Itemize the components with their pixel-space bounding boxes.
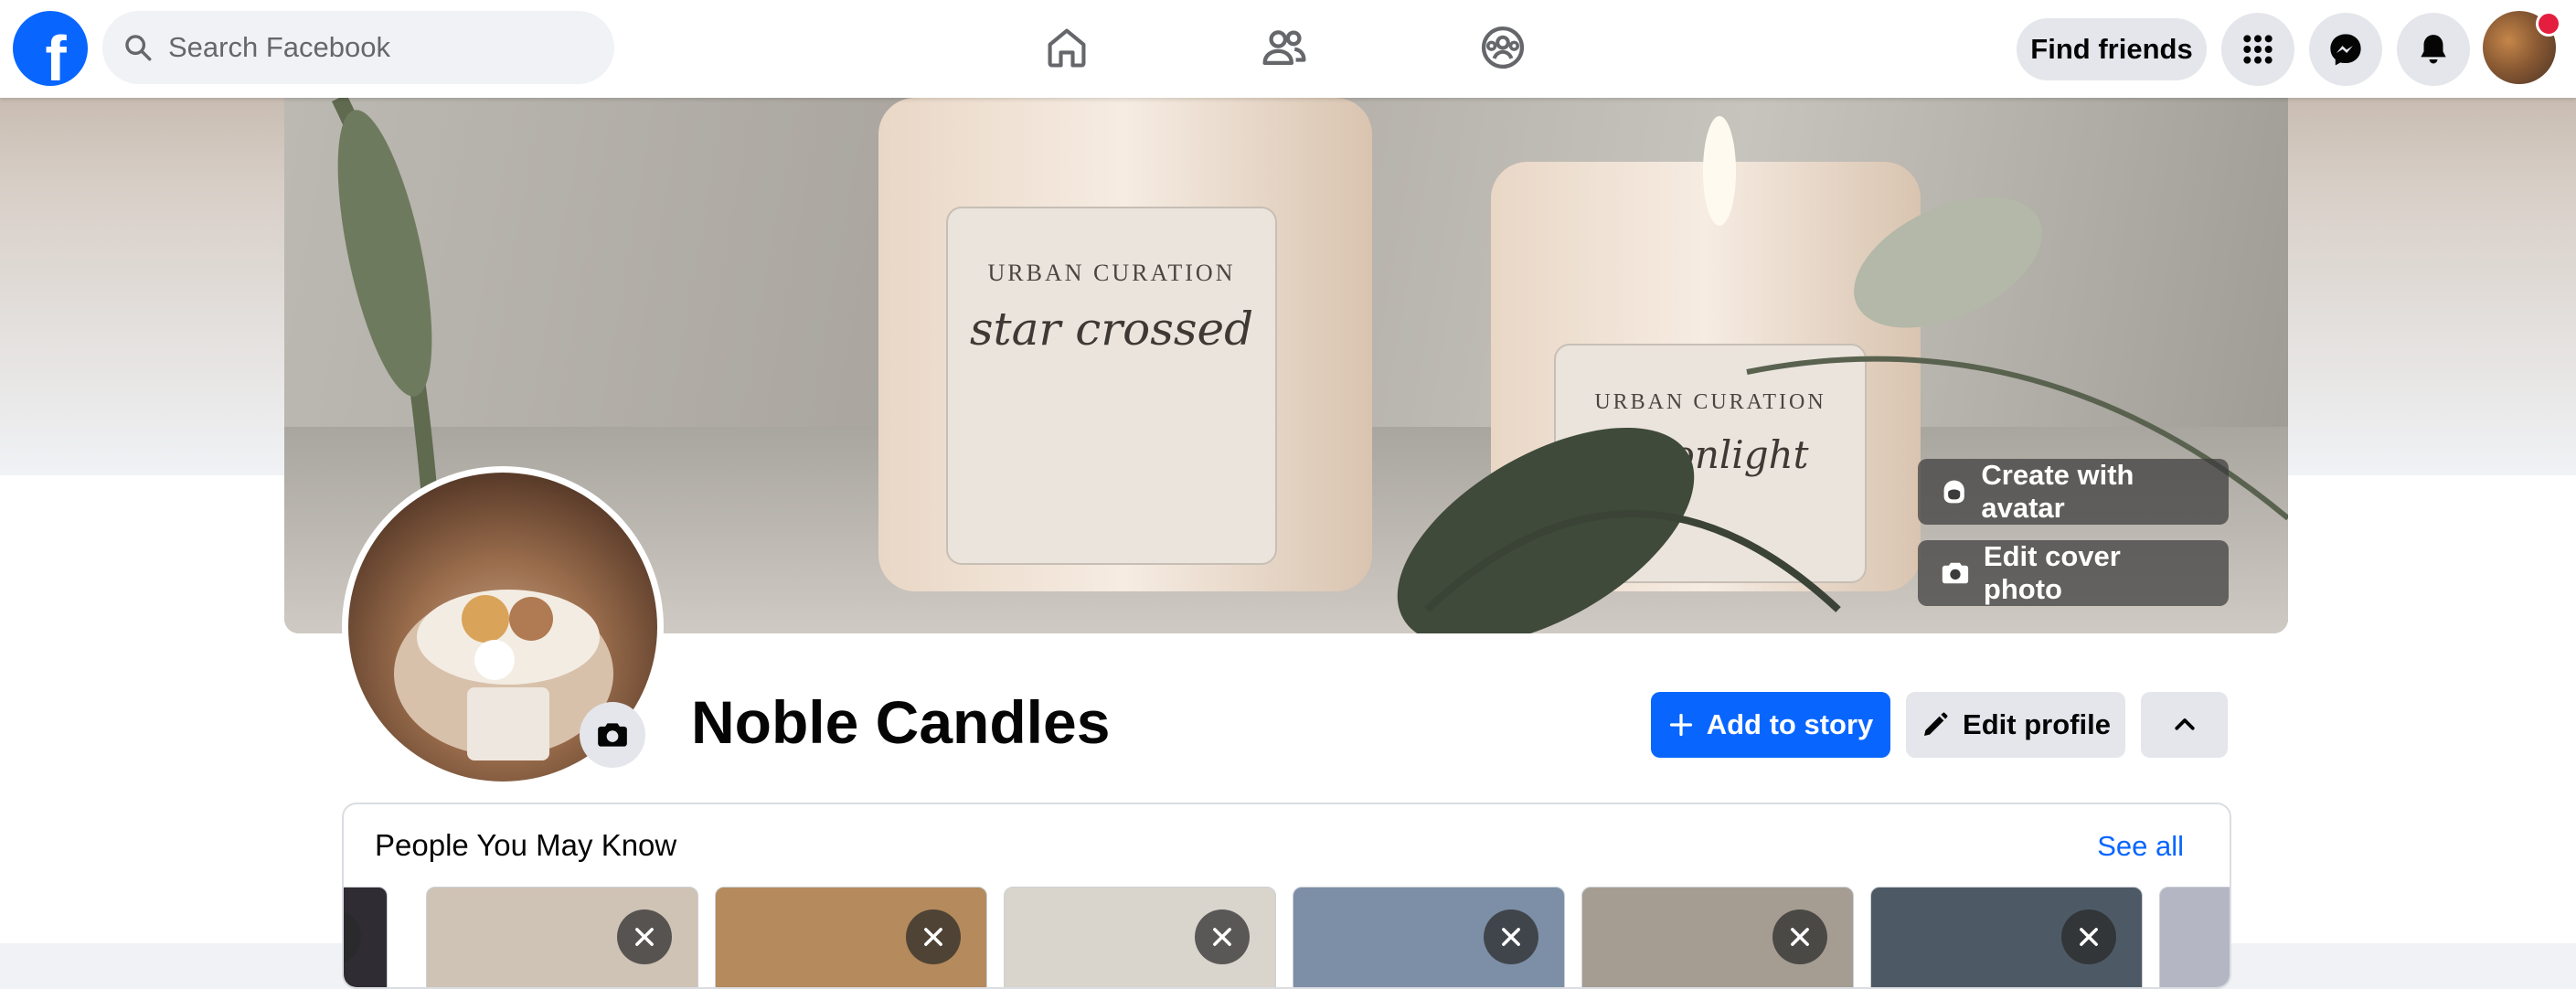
menu-grid-icon — [2243, 35, 2273, 64]
pymk-suggestion-card[interactable] — [342, 887, 388, 987]
close-icon — [1502, 928, 1520, 946]
facebook-logo[interactable]: f — [13, 11, 88, 86]
dismiss-suggestion-button[interactable] — [342, 909, 361, 964]
collapse-button[interactable] — [2141, 692, 2228, 758]
camera-icon — [598, 723, 627, 747]
friends-icon — [1262, 30, 1306, 66]
create-avatar-label: Create with avatar — [1981, 459, 2134, 524]
edit-profile-label: Edit profile — [1963, 708, 2111, 740]
pymk-suggestion-card[interactable] — [1293, 887, 1565, 987]
pymk-suggestion-card[interactable] — [1581, 887, 1854, 987]
page-title: Noble Candles — [691, 688, 1111, 756]
pymk-suggestion-card[interactable] — [2159, 887, 2230, 987]
notifications-button[interactable] — [2397, 13, 2470, 86]
dismiss-suggestion-button[interactable] — [1772, 909, 1827, 964]
add-to-story-label: Add to story — [1706, 708, 1874, 740]
edit-profile-button[interactable]: Edit profile — [1906, 692, 2125, 758]
dismiss-suggestion-button[interactable] — [617, 909, 672, 964]
messenger-icon — [2330, 34, 2361, 66]
jar-right-brand: URBAN CURATION — [1594, 390, 1826, 414]
close-icon — [1791, 928, 1809, 946]
edit-cover-label: Edit cover photo — [1983, 540, 2121, 605]
groups-nav-button[interactable] — [1471, 20, 1535, 75]
messenger-button[interactable] — [2309, 13, 2382, 86]
close-icon — [342, 924, 346, 950]
camera-icon — [1942, 562, 1969, 584]
facebook-logo-letter: f — [45, 23, 67, 86]
top-navigation-bar: f Find friends — [0, 0, 2576, 98]
find-friends-button[interactable]: Find friends — [2017, 18, 2207, 80]
edit-cover-photo-button[interactable]: Edit cover photo — [1918, 540, 2229, 606]
see-all-link[interactable]: See all — [2097, 830, 2184, 863]
close-icon — [924, 928, 942, 946]
create-avatar-button[interactable]: Create with avatar — [1918, 459, 2229, 525]
chevron-up-icon — [2174, 718, 2195, 730]
pymk-suggestion-card[interactable] — [1004, 887, 1276, 987]
profile-camera-button[interactable] — [580, 702, 645, 768]
notification-dot — [2536, 11, 2561, 37]
search-box[interactable] — [102, 11, 614, 84]
search-input[interactable] — [166, 30, 554, 65]
bell-icon — [2421, 35, 2446, 64]
close-icon — [635, 928, 654, 946]
dismiss-suggestion-button[interactable] — [906, 909, 961, 964]
friends-nav-button[interactable] — [1252, 20, 1316, 75]
plus-icon — [1669, 713, 1692, 737]
dismiss-suggestion-button[interactable] — [1484, 909, 1538, 964]
jar-left-brand: URBAN CURATION — [988, 260, 1236, 286]
pymk-carousel — [342, 887, 2230, 987]
close-icon — [1213, 928, 1231, 946]
groups-icon — [1481, 26, 1525, 69]
search-icon — [125, 35, 152, 61]
menu-button[interactable] — [2221, 13, 2294, 86]
dismiss-suggestion-button[interactable] — [1195, 909, 1250, 964]
add-to-story-button[interactable]: Add to story — [1651, 692, 1890, 758]
close-icon — [2080, 928, 2098, 946]
pymk-title: People You May Know — [375, 828, 677, 862]
pymk-suggestion-card[interactable] — [426, 887, 698, 987]
pymk-suggestion-card[interactable] — [715, 887, 987, 987]
people-you-may-know-card: People You May Know See all — [342, 803, 2231, 989]
home-icon — [1048, 28, 1086, 68]
find-friends-label: Find friends — [2030, 33, 2193, 65]
avatar-icon — [1943, 480, 1964, 504]
pymk-suggestion-card[interactable] — [1870, 887, 2143, 987]
jar-left-name: star crossed — [970, 303, 1253, 356]
pencil-icon — [1924, 712, 1948, 736]
dismiss-suggestion-button[interactable] — [2061, 909, 2116, 964]
home-nav-button[interactable] — [1035, 20, 1099, 75]
